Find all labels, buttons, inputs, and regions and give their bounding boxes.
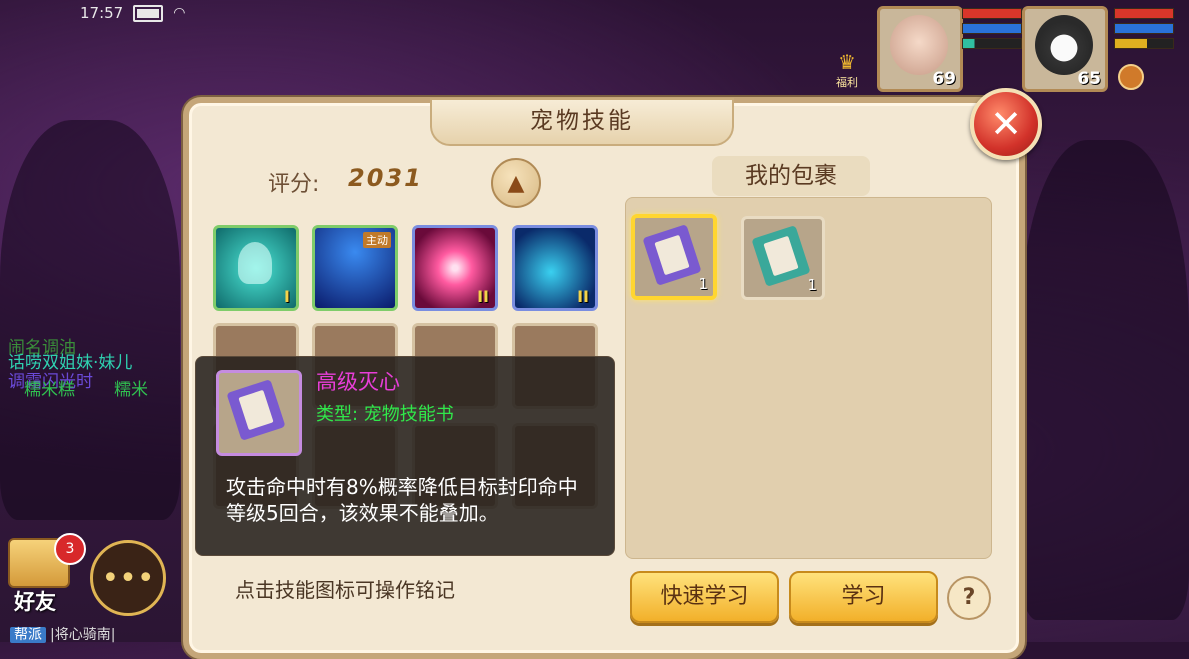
skill-book-icon: [642, 224, 702, 286]
hp-bar: [962, 8, 1022, 19]
bag-title-plate: 我的包裹: [712, 156, 870, 196]
pet-hp-bar: [1114, 8, 1174, 19]
score-value: 2031: [348, 164, 423, 192]
skill-book-icon: [751, 225, 811, 287]
tooltip-description: 攻击命中时有8%概率降低目标封印命中等级5回合，该效果不能叠加。: [226, 475, 578, 525]
up-arrow-icon: ▲: [507, 170, 525, 196]
pet-exp-bar: [1114, 38, 1174, 49]
skill-rank: II: [577, 287, 589, 306]
pet-bars: [1114, 8, 1174, 53]
notification-badge: 3: [54, 533, 86, 565]
chat-line: 糯米: [114, 380, 148, 400]
panel-title: 宠物技能: [530, 108, 634, 134]
tooltip-item-icon: [216, 370, 302, 456]
close-icon: ✕: [990, 102, 1022, 146]
player-bars: [962, 8, 1022, 53]
help-button[interactable]: ?: [947, 576, 991, 620]
chat-button[interactable]: •••: [90, 540, 166, 616]
hint-text: 点击技能图标可操作铭记: [235, 578, 455, 602]
active-tag: 主动: [363, 232, 391, 248]
skill-slot-3[interactable]: II: [412, 225, 498, 311]
friends-label[interactable]: 好友: [14, 586, 56, 616]
ghost-icon: [238, 242, 272, 284]
wifi-icon: ◠: [173, 5, 186, 21]
skill-slot-1[interactable]: I: [213, 225, 299, 311]
pet-level: 65: [1077, 69, 1101, 89]
learn-button[interactable]: 学习: [789, 571, 938, 623]
background-rock: [0, 120, 180, 520]
tooltip-item-type: 类型: 宠物技能书: [316, 404, 454, 425]
score-label: 评分:: [268, 172, 320, 197]
player-portrait[interactable]: 69: [877, 6, 963, 92]
close-button[interactable]: ✕: [970, 88, 1042, 160]
skill-book-icon: [226, 379, 286, 441]
upgrade-button[interactable]: ▲: [491, 158, 541, 208]
guild-tag: 帮派: [10, 627, 46, 643]
bottom-chat: 帮派 |将心骑南|: [10, 624, 115, 644]
mp-bar: [962, 23, 1022, 34]
chat-line: 糯米糕: [24, 380, 75, 400]
book-label: [238, 389, 274, 431]
item-count: 1: [698, 275, 708, 293]
skill-slot-2[interactable]: 主动: [312, 225, 398, 311]
bag-title: 我的包裹: [745, 163, 837, 189]
pet-food-icon[interactable]: [1118, 64, 1144, 90]
chat-bubble-icon: •••: [101, 560, 155, 596]
skill-rank: I: [284, 287, 290, 306]
battery-icon: [133, 4, 164, 22]
status-bar: 17:57 ◠: [80, 4, 185, 22]
bag-item-skill-book[interactable]: 1: [741, 216, 825, 300]
pet-portrait[interactable]: 65: [1022, 6, 1108, 92]
book-label: [654, 234, 690, 276]
quick-learn-button[interactable]: 快速学习: [630, 571, 779, 623]
skill-rank: II: [477, 287, 489, 306]
player-face: [890, 15, 948, 75]
skill-slot-4[interactable]: II: [512, 225, 598, 311]
welfare-label: 福利: [836, 76, 858, 89]
crown-icon: ♛: [838, 50, 856, 74]
pet-mp-bar: [1114, 23, 1174, 34]
panel-title-plate: 宠物技能: [430, 98, 734, 146]
exp-bar: [962, 38, 1022, 49]
pet-face: [1035, 15, 1093, 75]
book-label: [763, 235, 799, 277]
background-rock: [1020, 140, 1189, 620]
tooltip-item-name: 高级灭心: [316, 370, 400, 394]
bottom-chat-text: |将心骑南|: [50, 627, 116, 643]
player-level: 69: [932, 69, 956, 89]
item-count: 1: [807, 276, 817, 294]
welfare-button[interactable]: ♛ 福利: [836, 50, 858, 90]
bag-item-skill-book[interactable]: 1: [631, 214, 717, 300]
clock: 17:57: [80, 4, 124, 22]
